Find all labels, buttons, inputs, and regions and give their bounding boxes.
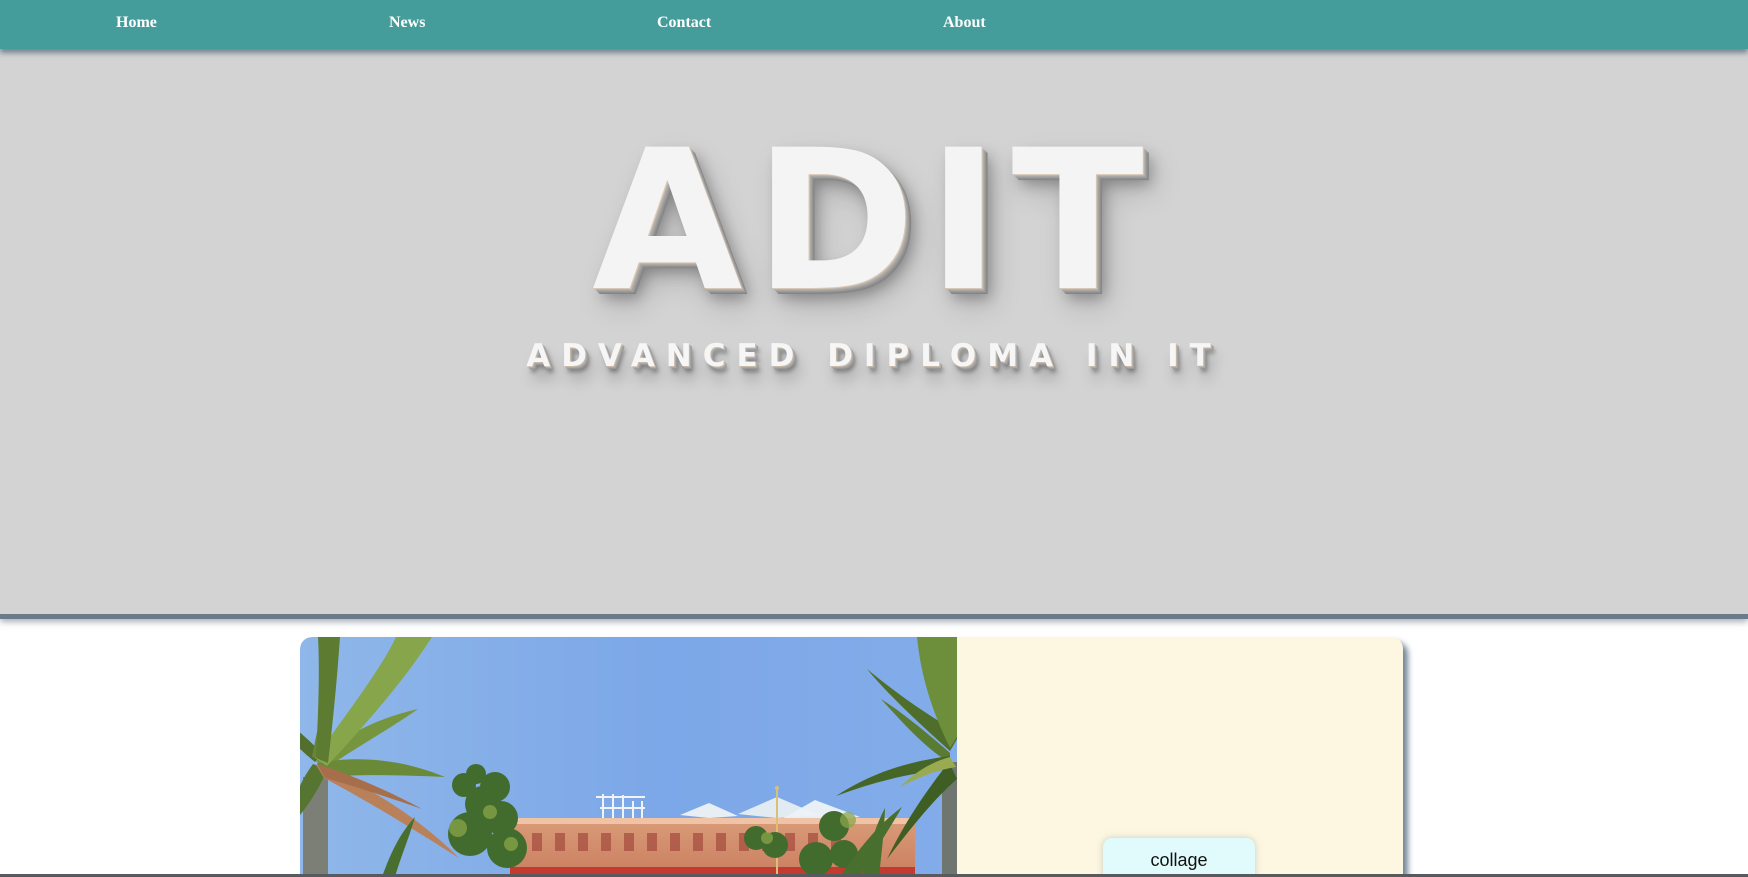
nav-link-contact[interactable]: Contact — [657, 14, 711, 32]
collage-button[interactable]: collage — [1103, 838, 1255, 877]
campus-building-photo — [300, 637, 957, 877]
nav-link-about[interactable]: About — [943, 14, 986, 32]
collage-info-panel: collage — [962, 637, 1403, 877]
campus-photo-illustration — [300, 637, 957, 877]
hero-title: ADIT — [592, 108, 1156, 334]
hero-subtitle: ADVANCED DIPLOMA IN IT — [526, 338, 1222, 374]
nav-link-news[interactable]: News — [389, 14, 425, 32]
top-navigation-bar: Home News Contact About — [0, 0, 1748, 49]
hero-banner: ADIT ADVANCED DIPLOMA IN IT — [0, 49, 1748, 619]
nav-link-home[interactable]: Home — [116, 14, 157, 32]
campus-content-card: collage — [300, 637, 1403, 877]
